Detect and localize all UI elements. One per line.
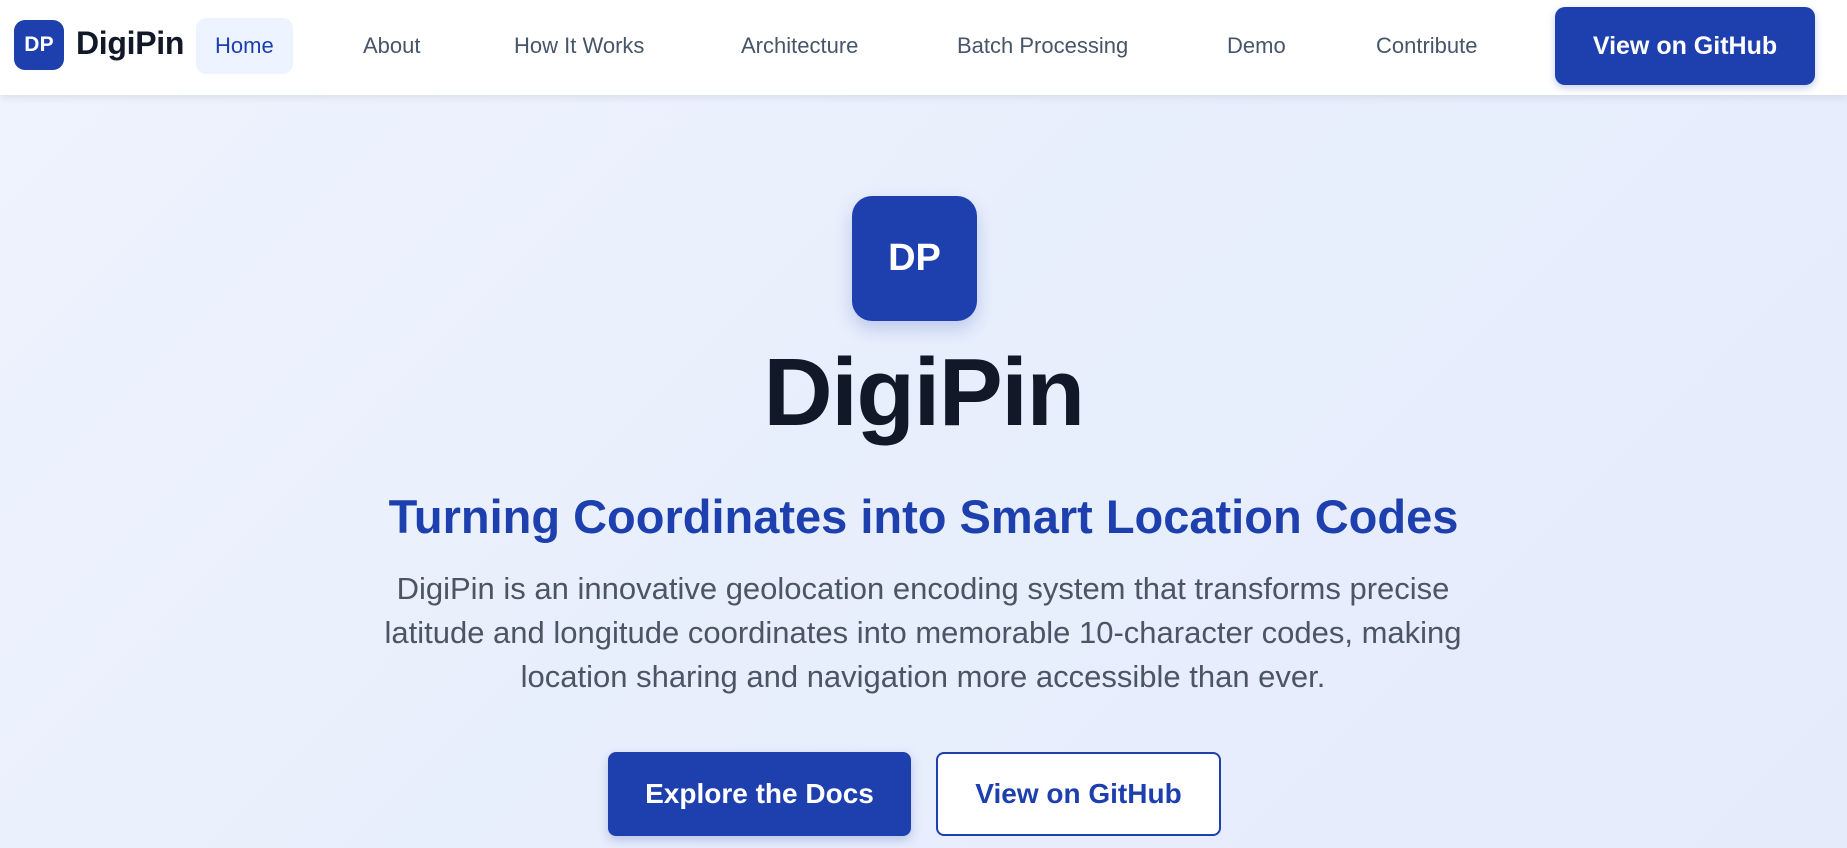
- nav-link-how-it-works[interactable]: How It Works: [514, 18, 644, 74]
- nav-link-demo[interactable]: Demo: [1227, 18, 1286, 74]
- hero-logo-text: DP: [888, 237, 941, 279]
- top-navbar: DP DigiPin Home About How It Works Archi…: [0, 0, 1847, 95]
- hero-section: DP DigiPin Turning Coordinates into Smar…: [0, 95, 1847, 848]
- nav-link-contribute[interactable]: Contribute: [1376, 18, 1478, 74]
- hero-description-line: DigiPin is an innovative geolocation enc…: [396, 571, 1450, 606]
- nav-link-batch-processing[interactable]: Batch Processing: [957, 18, 1128, 74]
- hero-title: DigiPin: [763, 339, 1085, 446]
- hero-subtitle: Turning Coordinates into Smart Location …: [388, 490, 1459, 543]
- nav-link-about[interactable]: About: [363, 18, 421, 74]
- nav-link-home[interactable]: Home: [196, 18, 293, 74]
- explore-docs-button[interactable]: Explore the Docs: [608, 752, 911, 836]
- hero-logo: DP: [852, 196, 977, 321]
- hero-github-button[interactable]: View on GitHub: [936, 752, 1221, 836]
- hero-description: DigiPin is an innovative geolocation enc…: [323, 567, 1523, 699]
- brand-name[interactable]: DigiPin: [76, 25, 184, 62]
- hero-description-line: latitude and longitude coordinates into …: [384, 615, 1462, 650]
- brand-logo[interactable]: DP: [14, 20, 64, 70]
- nav-github-button[interactable]: View on GitHub: [1555, 7, 1815, 85]
- hero-description-line: location sharing and navigation more acc…: [520, 659, 1326, 694]
- nav-link-architecture[interactable]: Architecture: [741, 18, 858, 74]
- brand-logo-text: DP: [24, 33, 54, 56]
